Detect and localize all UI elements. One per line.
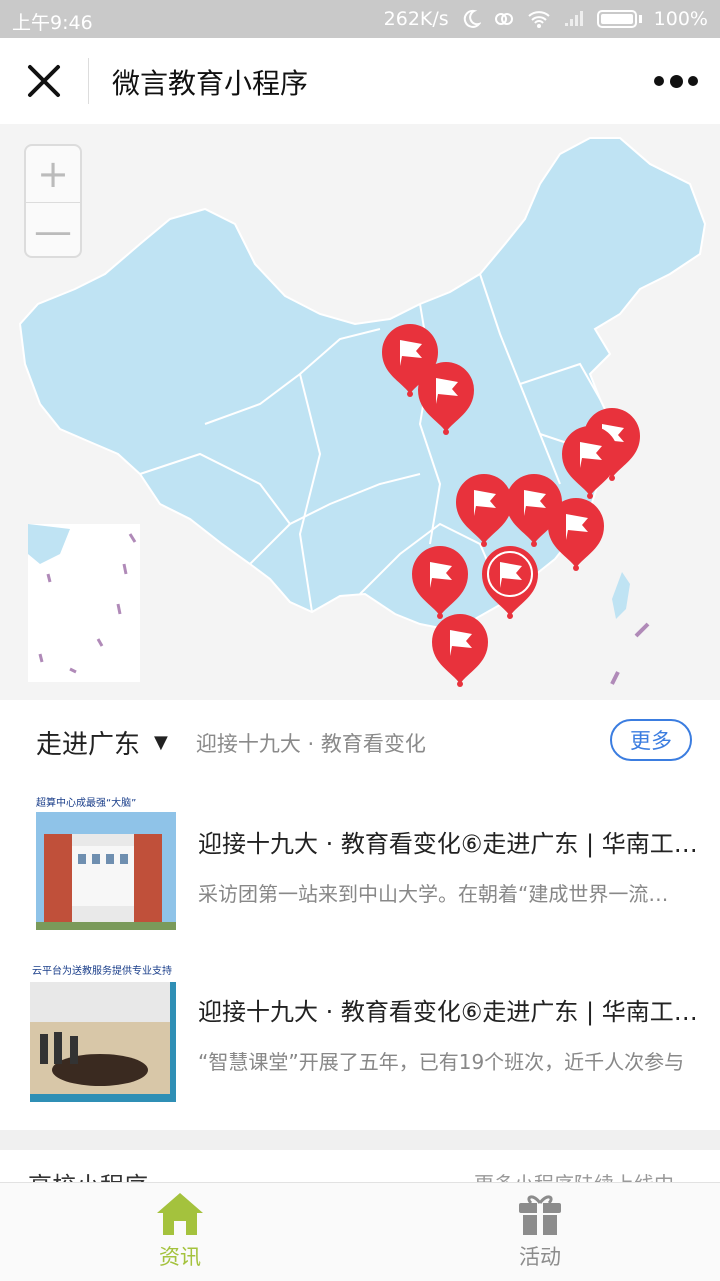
battery-icon <box>596 10 637 28</box>
network-speed: 262K/s <box>383 8 449 30</box>
map-zoom-control: + — <box>24 144 82 258</box>
wifi-icon <box>528 11 550 28</box>
status-right: 262K/s 100% <box>384 8 708 30</box>
page-title: 微言教育小程序 <box>112 67 309 100</box>
home-icon <box>157 1193 203 1235</box>
next-section-note: 更多小程序陆续上线中 <box>474 1168 674 1182</box>
status-time: 上午9:46 <box>12 12 93 34</box>
moon-icon <box>463 9 481 28</box>
tab-label: 资讯 <box>159 1245 201 1269</box>
list-item[interactable]: 云平台为送教服务提供专业支持 迎接十九大 · 教育看变化⑥走进广东 | 华南工…… <box>0 962 720 1117</box>
status-bar: 上午9:46 262K/s 100% <box>0 0 720 38</box>
tab-activities[interactable]: 活动 <box>480 1191 600 1271</box>
china-map[interactable]: + — <box>0 124 720 700</box>
next-section-title: 高校小程序 <box>28 1166 148 1182</box>
list-item[interactable]: 超算中心成最强“大脑” 迎接十九大 · 教育看变化⑥走进广东 | 华南工… 采访… <box>0 794 720 949</box>
tab-label: 活动 <box>519 1245 561 1269</box>
dot <box>688 76 698 86</box>
news-section: 走进广东 ▼ 迎接十九大 · 教育看变化 更多 超算中心成最强“大脑” 迎接十九… <box>0 700 720 1130</box>
map-canvas <box>18 137 707 687</box>
gift-icon <box>519 1195 561 1235</box>
link-icon <box>494 13 513 25</box>
region-selector[interactable]: 走进广东 <box>36 724 140 761</box>
close-icon[interactable] <box>22 59 66 103</box>
map-taiwan <box>612 572 630 619</box>
battery-level: 100% <box>653 8 708 30</box>
dropdown-caret-icon[interactable]: ▼ <box>154 732 168 753</box>
article-desc: 采访团第一站来到中山大学。在朝着“建成世界一流大学” <box>198 882 688 906</box>
signal-icon <box>564 11 583 26</box>
thumbnail-caption: 云平台为送教服务提供专业支持 <box>32 964 172 977</box>
tab-bar: 资讯 活动 <box>0 1182 720 1281</box>
battery-tip <box>638 15 642 23</box>
section-subtitle: 迎接十九大 · 教育看变化 <box>195 731 426 756</box>
map-pin[interactable] <box>548 498 604 571</box>
thumbnail-caption: 超算中心成最强“大脑” <box>36 796 136 809</box>
nav-bar: 微言教育小程序 <box>0 38 720 124</box>
dot <box>654 76 664 86</box>
south-sea-inset <box>28 524 140 682</box>
zoom-out-button[interactable]: — <box>26 202 80 259</box>
tab-news[interactable]: 资讯 <box>120 1191 240 1271</box>
zoom-in-button[interactable]: + <box>26 146 80 202</box>
more-dots-icon[interactable] <box>654 68 698 94</box>
dot <box>669 74 683 88</box>
nav-divider <box>88 58 89 104</box>
article-title: 迎接十九大 · 教育看变化⑥走进广东 | 华南工… <box>198 830 698 858</box>
section-header: 走进广东 ▼ 迎接十九大 · 教育看变化 <box>36 724 426 761</box>
more-button[interactable]: 更多 <box>610 719 692 761</box>
article-thumbnail: 超算中心成最强“大脑” <box>30 794 176 939</box>
next-section-header: 高校小程序 更多小程序陆续上线中 <box>0 1150 720 1182</box>
article-desc: “智慧课堂”开展了五年，已有19个班次，近千人次参与 <box>198 1050 685 1074</box>
section-separator <box>0 1130 720 1150</box>
article-title: 迎接十九大 · 教育看变化⑥走进广东 | 华南工… <box>198 998 698 1026</box>
map-pin[interactable] <box>432 614 488 687</box>
article-thumbnail: 云平台为送教服务提供专业支持 <box>30 962 176 1107</box>
